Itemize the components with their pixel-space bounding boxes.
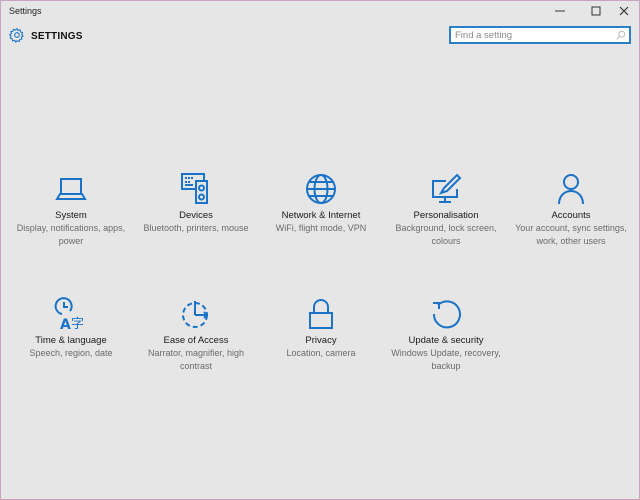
tile-network-internet[interactable]: Network & Internet WiFi, flight mode, VP… bbox=[261, 172, 381, 235]
search-icon[interactable] bbox=[616, 30, 626, 40]
tile-description: Narrator, magnifier, high contrast bbox=[147, 348, 245, 371]
settings-window: Settings SETTINGS System bbox=[0, 0, 640, 500]
tile-description: Display, notifications, apps, power bbox=[16, 223, 126, 246]
refresh-icon bbox=[432, 300, 461, 329]
tile-description: Location, camera bbox=[286, 348, 356, 358]
tile-personalisation[interactable]: Personalisation Background, lock screen,… bbox=[386, 172, 506, 247]
tile-description: WiFi, flight mode, VPN bbox=[275, 223, 367, 233]
tile-label: Devices bbox=[179, 210, 213, 221]
tile-label: Network & Internet bbox=[281, 210, 361, 221]
tile-description: Windows Update, recovery, backup bbox=[391, 348, 501, 371]
lock-icon bbox=[309, 299, 333, 329]
ease-of-access-icon bbox=[182, 301, 209, 328]
time-language-icon: A 字 bbox=[54, 297, 84, 331]
minimize-icon bbox=[555, 10, 565, 12]
maximize-icon bbox=[591, 6, 601, 16]
close-icon bbox=[619, 6, 629, 16]
tile-accounts[interactable]: Accounts Your account, sync settings, wo… bbox=[511, 172, 631, 247]
tile-description: Speech, region, date bbox=[29, 348, 113, 358]
svg-text:A: A bbox=[60, 317, 71, 331]
laptop-icon bbox=[55, 178, 87, 200]
tile-description: Bluetooth, printers, mouse bbox=[143, 223, 249, 233]
tile-label: Ease of Access bbox=[163, 335, 229, 346]
tile-system[interactable]: System Display, notifications, apps, pow… bbox=[11, 172, 131, 247]
paintbrush-monitor-icon bbox=[432, 173, 462, 203]
tile-label: Time & language bbox=[35, 335, 107, 346]
page-title: SETTINGS bbox=[31, 31, 83, 42]
window-title: Settings bbox=[9, 6, 42, 16]
title-bar[interactable]: Settings bbox=[1, 1, 639, 21]
minimize-button[interactable] bbox=[545, 1, 575, 21]
globe-icon bbox=[306, 174, 336, 204]
tile-update-security[interactable]: Update & security Windows Update, recove… bbox=[386, 297, 506, 372]
search-box[interactable] bbox=[449, 26, 631, 44]
maximize-button[interactable] bbox=[581, 1, 611, 21]
tile-description: Background, lock screen, colours bbox=[395, 223, 497, 246]
search-input[interactable] bbox=[455, 28, 610, 42]
tile-label: Accounts bbox=[551, 210, 591, 221]
person-icon bbox=[558, 174, 584, 205]
tile-description: Your account, sync settings, work, other… bbox=[515, 223, 627, 246]
close-button[interactable] bbox=[609, 1, 639, 21]
tile-label: Personalisation bbox=[413, 210, 479, 221]
tile-ease-of-access[interactable]: Ease of Access Narrator, magnifier, high… bbox=[136, 297, 256, 372]
devices-icon bbox=[181, 173, 208, 204]
tile-label: Privacy bbox=[305, 335, 337, 346]
tile-time-language[interactable]: A 字 Time & language Speech, region, date bbox=[11, 297, 131, 360]
tile-label: Update & security bbox=[408, 335, 484, 346]
gear-icon bbox=[9, 27, 24, 43]
svg-text:字: 字 bbox=[71, 317, 84, 331]
tile-devices[interactable]: Devices Bluetooth, printers, mouse bbox=[136, 172, 256, 235]
tile-label: System bbox=[55, 210, 87, 221]
tile-privacy[interactable]: Privacy Location, camera bbox=[261, 297, 381, 360]
